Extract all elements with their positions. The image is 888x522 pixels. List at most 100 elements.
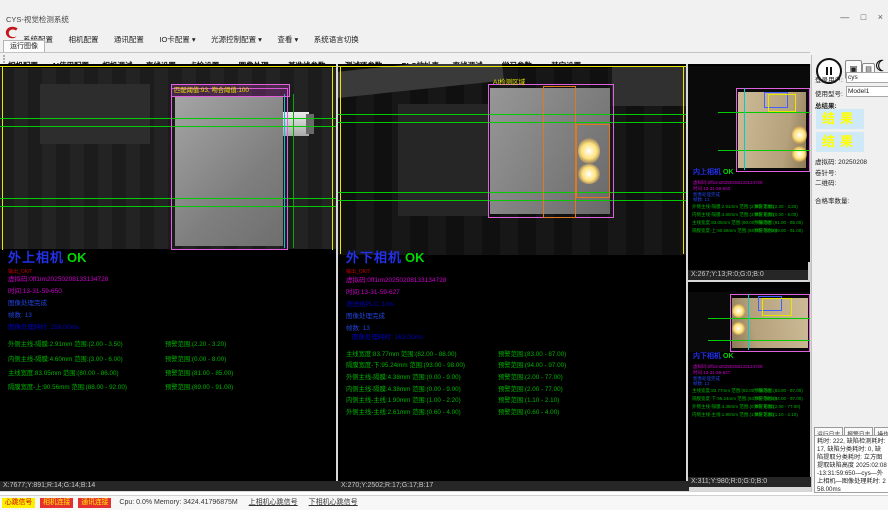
pass-rate-label: 合格率数量: bbox=[815, 195, 849, 205]
frame-count-text: 帧数: 13 bbox=[693, 381, 710, 386]
measure-row: 内侧主线-主线:1.90mm 范围:(1.00 - 2.20)预警范围:(1.1… bbox=[692, 412, 774, 418]
roi-rect-yellow bbox=[762, 298, 792, 316]
menu-item-comm-config[interactable]: 通讯配置 bbox=[114, 34, 144, 45]
measure-row: 隔膜宽度-下:95.24mm 范围:(93.00 - 98.00)预警范围:(9… bbox=[346, 360, 465, 369]
frame-count-text: 帧数: 13 bbox=[346, 325, 370, 332]
right-panel: ▣ ▤ ☾ 登录用户: 使用型号: 总结果: 结果 结果 虚拟码: 202502… bbox=[811, 55, 888, 492]
barcode-label: 虚拟码: 20250208 bbox=[815, 156, 867, 166]
measure-line bbox=[718, 112, 810, 113]
login-user-field[interactable] bbox=[846, 72, 888, 83]
edge-detect-line bbox=[293, 94, 294, 248]
measurement-rows: 主线宽度:83.77mm 范围:(82.00 - 88.00)预警范围:(83.… bbox=[346, 349, 682, 419]
edge-marker-line bbox=[2, 66, 3, 250]
roi-label: 匹配阈值:93, 吻合阈值:100 bbox=[171, 84, 290, 97]
middle-view-pixel-coords: X:270;Y:2502;R:17;G:17;B:17 bbox=[338, 481, 689, 491]
camera-result-title: 内上相机OK bbox=[693, 170, 734, 175]
app-window: CYS-视觉检测系统 — □ × 系统配置 相机配置 通讯配置 IO卡配置 ▾ … bbox=[0, 0, 888, 522]
small-bottom-camera-view[interactable]: 内下相机OK 虚拟码:0ff1im20250208133134728 时间:13… bbox=[688, 282, 810, 477]
measure-row: 外侧主线-隔膜:4.38mm 范围:(0.00 - 9.00)预警范围:(2.0… bbox=[346, 372, 461, 381]
roi-rect-yellow bbox=[768, 94, 796, 112]
tab-divider bbox=[0, 52, 810, 53]
elapsed-text: 图像处理耗时: 163.00ms bbox=[352, 334, 423, 341]
lower-camera-heartbeat-link[interactable]: 下相机心跳信号 bbox=[309, 499, 358, 506]
output-tag: 输出_OK/T bbox=[346, 269, 370, 276]
process-done-text: 图像处理完成 bbox=[346, 313, 385, 320]
camera-result-title: 内下相机OK bbox=[693, 354, 734, 359]
process-done-text: 图像处理完成 bbox=[8, 300, 47, 307]
menu-item-language[interactable]: 系统语言切换 bbox=[314, 34, 359, 45]
measure-row: 外侧主线-隔膜:2.91mm 范围:(2.00 - 3.50)预警范围:(2.2… bbox=[692, 204, 774, 210]
middle-camera-view[interactable]: AI检测区域 外下相机OK 输出_OK/T 虚拟码:0ff1im20250208… bbox=[338, 64, 686, 481]
measure-row: 主线宽度:83.77mm 范围:(82.00 - 88.00)预警范围:(83.… bbox=[346, 349, 457, 358]
result-ok: OK bbox=[723, 169, 734, 176]
small-top-camera-view[interactable]: 内上相机OK 虚拟码:0ff1im20250208133134728 时间:13… bbox=[688, 64, 810, 270]
measure-line bbox=[718, 150, 810, 151]
result-ok: OK bbox=[405, 250, 425, 265]
measure-line bbox=[708, 318, 810, 319]
measure-row: 外侧主线-隔膜:2.91mm 范围:(2.00 - 3.50)预警范围:(2.2… bbox=[8, 339, 123, 348]
small-bottom-pixel-coords: X:311;Y:980;R:0;G:0;B:0 bbox=[688, 477, 813, 487]
status-bar: 心跳信号 相机连接 通讯连接 Cpu: 0.0% Memory: 3424.41… bbox=[0, 495, 888, 510]
log-text: 耗时: 222, 缺陷检测耗时: 17, 缺陷分类耗时: 0, 缺陷提取分类耗时… bbox=[817, 438, 887, 493]
machine-shape bbox=[40, 84, 150, 144]
edge-marker-line bbox=[332, 66, 333, 250]
result-ok: OK bbox=[67, 250, 87, 265]
barcode-text: 虚拟码:0ff1im20250208133134728 bbox=[8, 276, 108, 283]
menu-bar: 系统配置 相机配置 通讯配置 IO卡配置 ▾ 光源控制配置 ▾ 查看 ▾ 系统语… bbox=[23, 29, 370, 47]
time-text: 时间:13-31-59-650 bbox=[8, 288, 62, 295]
result-ok: OK bbox=[723, 353, 734, 360]
ai-roi-rect bbox=[543, 86, 576, 218]
result-badge-lower: 结果 bbox=[816, 132, 864, 152]
menu-item-camera-config[interactable]: 相机配置 bbox=[68, 34, 98, 45]
frame-count-text: 帧数: 13 bbox=[8, 312, 32, 319]
measure-row: 主线宽度:83.77mm 范围:(82.00 - 88.00)预警范围:(83.… bbox=[692, 388, 771, 394]
window-controls: — □ × bbox=[831, 12, 883, 22]
barcode-text: 虚拟码:0ff1im20250208133134728 bbox=[693, 364, 762, 369]
measure-row: 外侧主线-主线:2.61mm 范围:(0.60 - 4.00)预警范围:(0.6… bbox=[346, 407, 461, 416]
cpu-memory-text: Cpu: 0.0% Memory: 3424.41796875M bbox=[119, 499, 237, 506]
maximize-icon[interactable]: □ bbox=[861, 12, 866, 22]
frame-count-text: 帧数: 13 bbox=[693, 197, 710, 202]
edge-marker-line bbox=[340, 66, 341, 254]
login-user-label: 登录用户: bbox=[815, 74, 843, 84]
time-text: 时间:13-31-59-650 bbox=[693, 186, 730, 191]
time-text: 时间:13-31-59-627 bbox=[693, 370, 730, 375]
top-marker-line bbox=[338, 66, 686, 67]
heartbeat-indicator: 心跳信号 bbox=[2, 498, 35, 508]
barcode-text: 虚拟码:0ff1im20250208133134728 bbox=[693, 180, 762, 185]
ai-region-label: AI检测区域 bbox=[493, 76, 525, 86]
measure-row: 内侧主线-主线:1.90mm 范围:(1.00 - 2.20)预警范围:(1.1… bbox=[346, 395, 461, 404]
camera-name: 外下相机 bbox=[346, 250, 402, 265]
model-field[interactable] bbox=[846, 86, 888, 97]
edge-detect-line bbox=[744, 88, 745, 170]
camera-name: 外上相机 bbox=[8, 250, 64, 265]
elapsed-text: 图像处理耗时: 258.00ms bbox=[8, 324, 79, 331]
comm-connection-indicator: 通讯连接 bbox=[78, 498, 111, 508]
top-marker-line bbox=[0, 66, 336, 67]
small-top-pixel-coords: X:267;Y:13;R:0;G:0;B:0 bbox=[688, 270, 813, 280]
log-textbox[interactable]: 耗时: 222, 缺陷检测耗时: 17, 缺陷分类耗时: 0, 缺陷提取分类耗时… bbox=[814, 435, 888, 493]
measure-row: 内侧主线-隔膜:4.60mm 范围:(3.00 - 6.00)预警范围:(0.0… bbox=[8, 354, 123, 363]
time-text: 时间:13-31-59-627 bbox=[346, 289, 400, 296]
close-icon[interactable]: × bbox=[878, 12, 883, 22]
minimize-icon[interactable]: — bbox=[840, 12, 849, 22]
measurement-rows: 主线宽度:83.77mm 范围:(82.00 - 88.00)预警范围:(83.… bbox=[692, 388, 808, 420]
menu-item-io-config[interactable]: IO卡配置 ▾ bbox=[159, 34, 195, 45]
window-chrome: CYS-视觉检测系统 — □ × 系统配置 相机配置 通讯配置 IO卡配置 ▾ … bbox=[0, 0, 888, 64]
camera-name: 内上相机 bbox=[693, 169, 721, 176]
upper-camera-heartbeat-link[interactable]: 上相机心跳信号 bbox=[249, 499, 298, 506]
left-camera-view[interactable]: 匹配阈值:93, 吻合阈值:100 外上相机OK 输出_OK/T 虚拟码:0ff… bbox=[0, 64, 336, 481]
camera-connection-indicator: 相机连接 bbox=[40, 498, 73, 508]
connector-tip bbox=[306, 114, 314, 134]
menu-item-view[interactable]: 查看 ▾ bbox=[277, 34, 298, 45]
window-title: CYS-视觉检测系统 bbox=[6, 14, 69, 25]
barcode-text: 虚拟码:0ff1im20250208133134728 bbox=[346, 277, 446, 284]
edge-detect-line bbox=[748, 294, 749, 350]
measure-row: 隔膜宽度-上:90.56mm 范围:(88.00 - 92.00)预警范围:(8… bbox=[692, 228, 777, 234]
toolbar-grip bbox=[3, 55, 7, 63]
barcode-value: 20250208 bbox=[838, 159, 867, 166]
output-tag: 输出_OK/T bbox=[8, 269, 32, 276]
measurement-rows: 外侧主线-隔膜:2.91mm 范围:(2.00 - 3.50)预警范围:(2.2… bbox=[692, 204, 808, 236]
measure-row: 内侧主线-隔膜:4.60mm 范围:(3.00 - 6.00)预警范围:(0.0… bbox=[692, 212, 774, 218]
menu-item-light-config[interactable]: 光源控制配置 ▾ bbox=[211, 34, 262, 45]
